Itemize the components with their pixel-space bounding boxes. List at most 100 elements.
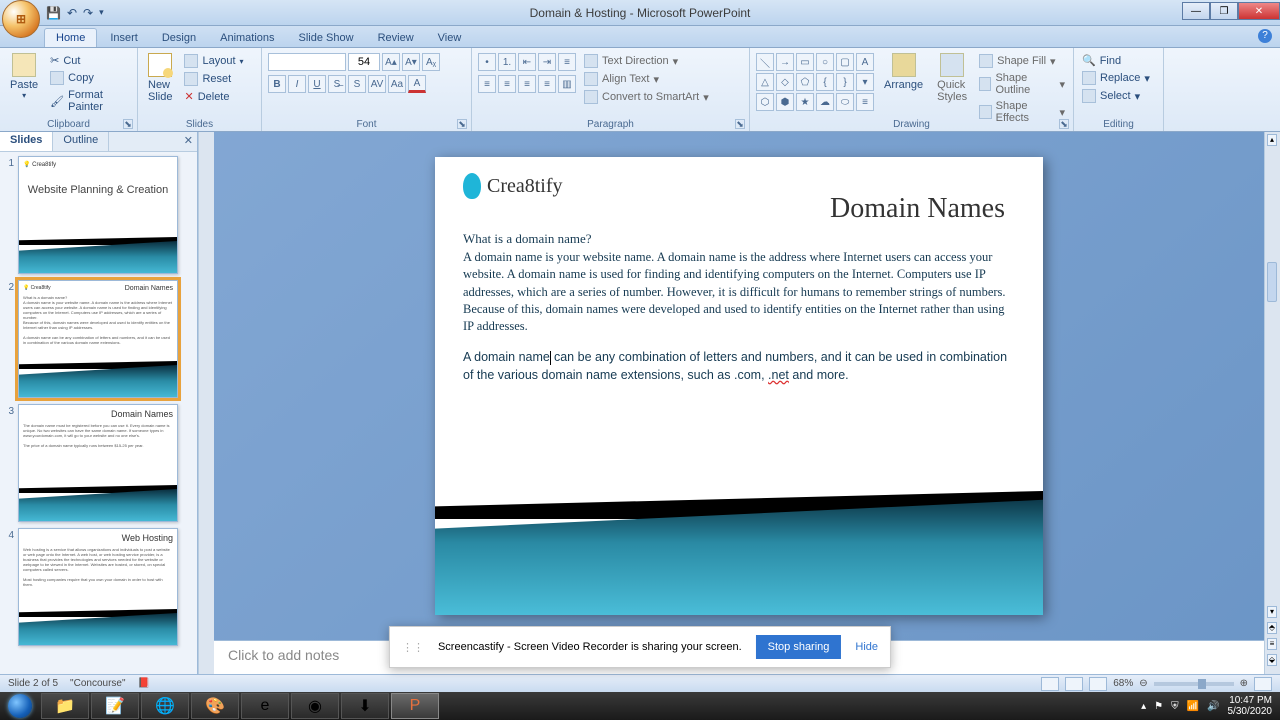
underline-button[interactable]: U <box>308 75 326 93</box>
tab-home[interactable]: Home <box>44 28 97 47</box>
reset-button[interactable]: Reset <box>182 71 245 87</box>
strike-button[interactable]: S̶ <box>328 75 346 93</box>
font-color-button[interactable]: A <box>408 75 426 93</box>
font-size-select[interactable] <box>348 53 380 71</box>
taskbar-paint[interactable]: 🎨 <box>191 693 239 719</box>
qat-redo-icon[interactable]: ↷ <box>83 6 93 20</box>
taskbar-explorer[interactable]: 📁 <box>41 693 89 719</box>
maximize-button[interactable]: ❐ <box>1210 2 1238 20</box>
taskbar-edge[interactable]: e <box>241 693 289 719</box>
text-direction-button[interactable]: Text Direction ▾ <box>582 53 711 69</box>
spacing-button[interactable]: AV <box>368 75 386 93</box>
slide-title[interactable]: Domain Names <box>463 193 1015 225</box>
shape-line-icon[interactable]: ＼ <box>756 53 774 71</box>
shape-rrect-icon[interactable]: ▢ <box>836 53 854 71</box>
clipboard-dialog-icon[interactable]: ⬊ <box>123 119 133 129</box>
clear-format-button[interactable]: Aᵪ <box>422 53 440 71</box>
drawing-dialog-icon[interactable]: ⬊ <box>1059 119 1069 129</box>
increase-indent-button[interactable]: ⇥ <box>538 53 556 71</box>
layout-button[interactable]: Layout ▾ <box>182 53 245 69</box>
zoom-out-button[interactable]: ⊖ <box>1139 678 1147 689</box>
close-button[interactable]: ✕ <box>1238 2 1280 20</box>
tab-view[interactable]: View <box>427 29 473 47</box>
numbering-button[interactable]: 1. <box>498 53 516 71</box>
qat-save-icon[interactable]: 💾 <box>46 6 61 20</box>
slide-thumb-1[interactable]: 💡 Crea8tify Website Planning & Creation <box>18 156 178 274</box>
zoom-in-button[interactable]: ⊕ <box>1240 678 1248 689</box>
taskbar-app[interactable]: ◉ <box>291 693 339 719</box>
tray-action-icon[interactable]: ⛨ <box>1171 701 1179 712</box>
font-family-select[interactable] <box>268 53 346 71</box>
office-button[interactable]: ⊞ <box>2 0 40 38</box>
browse-icon[interactable]: ≡ <box>1267 638 1277 650</box>
help-icon[interactable]: ? <box>1258 29 1272 43</box>
next-slide-icon[interactable]: ⬙ <box>1267 654 1277 666</box>
tab-design[interactable]: Design <box>151 29 207 47</box>
justify-button[interactable]: ≡ <box>538 75 556 93</box>
slide-paragraph-2[interactable]: A domain name can be any combination of … <box>463 349 1015 384</box>
tab-review[interactable]: Review <box>367 29 425 47</box>
smartart-button[interactable]: Convert to SmartArt ▾ <box>582 89 711 105</box>
grow-font-button[interactable]: A▴ <box>382 53 400 71</box>
bold-button[interactable]: B <box>268 75 286 93</box>
tab-slideshow[interactable]: Slide Show <box>288 29 365 47</box>
tray-expand-icon[interactable]: ▴ <box>1141 701 1146 712</box>
copy-button[interactable]: Copy <box>48 70 131 86</box>
case-button[interactable]: Aa <box>388 75 406 93</box>
panel-close-icon[interactable]: ✕ <box>184 134 193 147</box>
font-dialog-icon[interactable]: ⬊ <box>457 119 467 129</box>
zoom-percent[interactable]: 68% <box>1113 678 1133 689</box>
tray-network-icon[interactable]: 📶 <box>1187 701 1199 712</box>
zoom-slider[interactable] <box>1154 682 1234 686</box>
shape-oval-icon[interactable]: ○ <box>816 53 834 71</box>
align-right-button[interactable]: ≡ <box>518 75 536 93</box>
status-spell-icon[interactable]: 📕 <box>138 678 150 689</box>
hide-share-button[interactable]: Hide <box>855 641 878 653</box>
slide-canvas[interactable]: Crea8tify Domain Names What is a domain … <box>435 157 1043 615</box>
qat-undo-icon[interactable]: ↶ <box>67 6 77 20</box>
slide-thumb-3[interactable]: Domain Names The domain name must be reg… <box>18 404 178 522</box>
panel-scrollbar[interactable] <box>198 132 214 674</box>
start-button[interactable] <box>0 692 40 720</box>
align-text-button[interactable]: Align Text ▾ <box>582 71 711 87</box>
shape-rect-icon[interactable]: ▭ <box>796 53 814 71</box>
align-left-button[interactable]: ≡ <box>478 75 496 93</box>
find-button[interactable]: 🔍Find <box>1080 53 1157 68</box>
tray-flag-icon[interactable]: ⚑ <box>1154 701 1163 712</box>
paragraph-dialog-icon[interactable]: ⬊ <box>735 119 745 129</box>
qat-more-icon[interactable]: ▾ <box>99 7 104 18</box>
fit-window-button[interactable] <box>1254 677 1272 691</box>
tab-insert[interactable]: Insert <box>99 29 149 47</box>
slide-thumb-2[interactable]: 💡 Crea8tify Domain Names What is a domai… <box>18 280 178 398</box>
tray-clock[interactable]: 10:47 PM5/30/2020 <box>1228 695 1273 717</box>
panel-tab-outline[interactable]: Outline <box>53 132 109 151</box>
slideshow-view-button[interactable] <box>1089 677 1107 691</box>
shrink-font-button[interactable]: A▾ <box>402 53 420 71</box>
normal-view-button[interactable] <box>1041 677 1059 691</box>
share-handle-icon[interactable]: ⋮⋮ <box>402 641 424 654</box>
panel-tab-slides[interactable]: Slides <box>0 132 53 151</box>
stop-sharing-button[interactable]: Stop sharing <box>756 635 842 659</box>
taskbar-powerpoint[interactable]: P <box>391 693 439 719</box>
italic-button[interactable]: I <box>288 75 306 93</box>
taskbar-notepad[interactable]: 📝 <box>91 693 139 719</box>
select-button[interactable]: Select ▾ <box>1080 88 1157 104</box>
scroll-handle[interactable] <box>1267 262 1277 302</box>
shape-text-icon[interactable]: A <box>856 53 874 71</box>
shape-fill-button[interactable]: Shape Fill ▾ <box>977 53 1067 69</box>
slide-paragraph-1[interactable]: A domain name is your website name. A do… <box>463 249 1015 335</box>
bullets-button[interactable]: • <box>478 53 496 71</box>
scroll-up-icon[interactable]: ▴ <box>1267 134 1277 146</box>
slide-question[interactable]: What is a domain name? <box>463 231 1015 247</box>
columns-button[interactable]: ▥ <box>558 75 576 93</box>
align-center-button[interactable]: ≡ <box>498 75 516 93</box>
tray-volume-icon[interactable]: 🔊 <box>1207 701 1219 712</box>
vertical-scrollbar[interactable]: ▴ ▾ ⬘ ≡ ⬙ <box>1264 132 1280 674</box>
shadow-button[interactable]: S <box>348 75 366 93</box>
tab-animations[interactable]: Animations <box>209 29 285 47</box>
decrease-indent-button[interactable]: ⇤ <box>518 53 536 71</box>
taskbar-app2[interactable]: ⬇ <box>341 693 389 719</box>
shape-arrow-icon[interactable]: → <box>776 53 794 71</box>
prev-slide-icon[interactable]: ⬘ <box>1267 622 1277 634</box>
slide-thumb-4[interactable]: Web Hosting Web hosting is a service tha… <box>18 528 178 646</box>
